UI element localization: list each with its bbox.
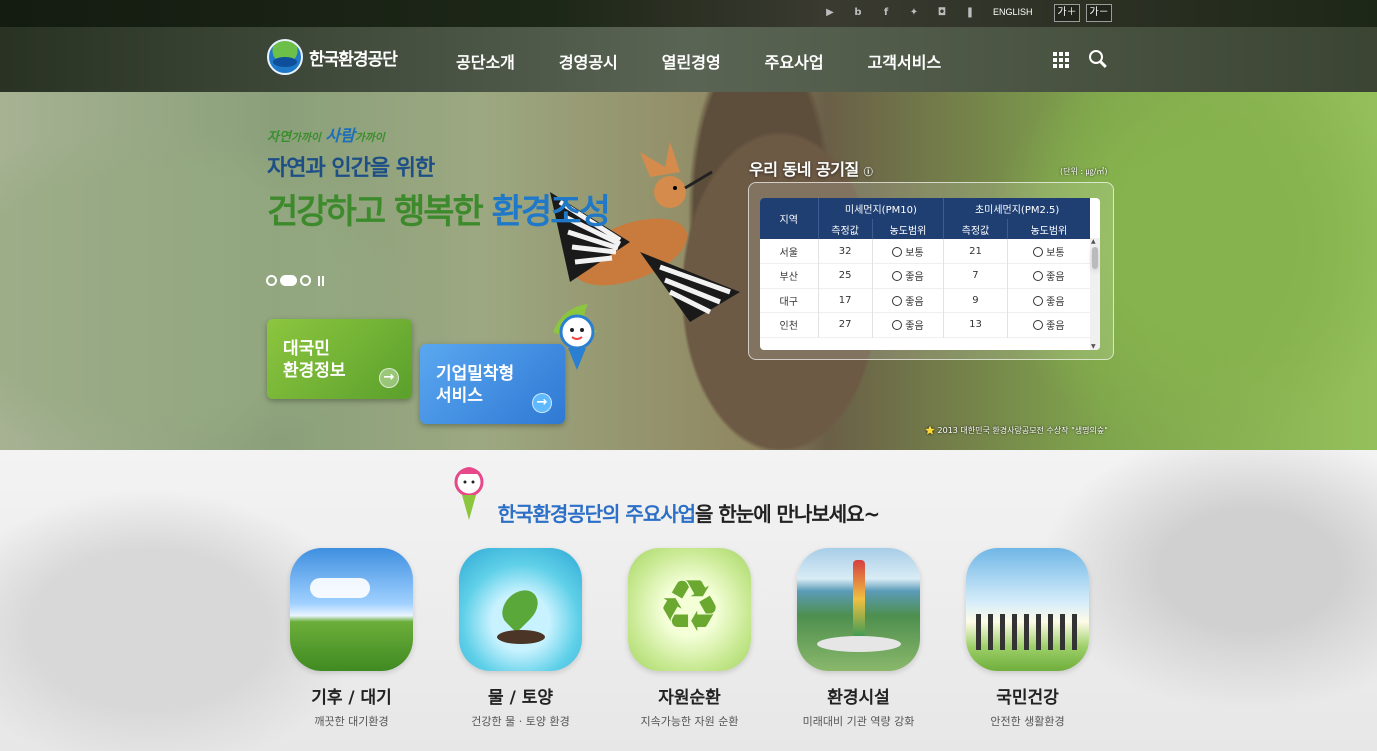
recycle-icon: ♻ (657, 564, 722, 648)
arrow-right-icon: → (379, 368, 399, 388)
pause-icon[interactable] (318, 275, 328, 286)
all-menu-icon[interactable] (1053, 52, 1069, 68)
hero-tagline: 자연가까이 사람가까이 (267, 126, 385, 145)
air-quality-table: 지역 미세먼지(PM10) 초미세먼지(PM2.5) 측정값 농도범위 측정값 … (760, 198, 1100, 350)
business-section-title: 한국환경공단의 주요사업을 한눈에 만나보세요~ (497, 502, 881, 526)
facility-image[interactable] (797, 548, 920, 671)
header: 한국환경공단 공단소개 경영공시 열린경영 주요사업 고객서비스 (0, 27, 1377, 92)
scroll-thumb[interactable] (1092, 247, 1098, 269)
air-quality-unit: (단위 : ㎍/㎥) (1060, 167, 1108, 176)
hero-slogan-line2: 건강하고 행복한 환경조성 (267, 192, 611, 232)
business-card-facility[interactable]: 환경시설 미래대비 기관 역량 강화 (797, 548, 966, 730)
nav-item-disclosure[interactable]: 경영공시 (559, 49, 618, 73)
smile-icon (1033, 295, 1044, 306)
col-region: 지역 (760, 198, 818, 239)
smile-icon (892, 271, 903, 282)
smile-icon (1033, 271, 1044, 282)
kakao-icon[interactable]: ❚ (963, 6, 977, 20)
hero-banner: 자연가까이 사람가까이 자연과 인간을 위한 건강하고 행복한 환경조성 대국민… (0, 92, 1377, 450)
business-card-climate[interactable]: 기후 / 대기 깨끗한 대기환경 (290, 548, 459, 730)
business-service-button[interactable]: 기업밀착형 서비스 → (420, 344, 565, 424)
facebook-icon[interactable]: f (879, 6, 893, 20)
smile-icon (892, 246, 903, 257)
table-row: 부산 25 좋음 7 좋음 (760, 263, 1090, 288)
col-pm25-measured: 측정값 (943, 219, 1008, 239)
health-image[interactable] (966, 548, 1089, 671)
climate-image[interactable] (290, 548, 413, 671)
twitter-icon[interactable]: ✦ (907, 6, 921, 20)
sns-links: ▶ b f ✦ ◘ ❚ (823, 6, 977, 20)
slide-dot-2[interactable] (280, 275, 297, 286)
table-row: 서울 32 보통 21 보통 (760, 239, 1090, 264)
business-card-list: 기후 / 대기 깨끗한 대기환경 물 / 토양 건강한 물 · 토양 환경 ♻ … (290, 548, 1135, 730)
scroll-up-icon[interactable]: ▲ (1091, 238, 1096, 245)
instagram-icon[interactable]: ◘ (935, 6, 949, 20)
business-card-water[interactable]: 물 / 토양 건강한 물 · 토양 환경 (459, 548, 628, 730)
table-row: 대구 17 좋음 9 좋음 (760, 288, 1090, 313)
font-size-down-button[interactable]: 가－ (1086, 4, 1112, 22)
logo-text: 한국환경공단 (309, 49, 398, 70)
water-image[interactable] (459, 548, 582, 671)
col-pm10-range: 농도범위 (871, 219, 944, 239)
youtube-icon[interactable]: ▶ (823, 6, 837, 20)
nav-item-customer-service[interactable]: 고객서비스 (868, 49, 942, 73)
hero-slogan-line1: 자연과 인간을 위한 (267, 156, 435, 181)
smile-icon (892, 320, 903, 331)
smile-icon (892, 295, 903, 306)
slide-dot-3[interactable] (300, 275, 311, 286)
public-env-info-button[interactable]: 대국민 환경정보 → (267, 319, 412, 399)
nav-item-main-business[interactable]: 주요사업 (765, 49, 824, 73)
font-size-up-button[interactable]: 가＋ (1054, 4, 1080, 22)
hoopoe-bird-image (550, 142, 740, 322)
nav-item-open-management[interactable]: 열린경영 (662, 49, 721, 73)
logo-icon (267, 39, 303, 75)
blog-icon[interactable]: b (851, 6, 865, 20)
business-card-health[interactable]: 국민건강 안전한 생활환경 (966, 548, 1135, 730)
utility-bar: ▶ b f ✦ ◘ ❚ ENGLISH 가＋ 가－ (0, 0, 1377, 27)
arrow-right-icon: → (532, 393, 552, 413)
english-link[interactable]: ENGLISH (993, 7, 1033, 17)
air-quality-title: 우리 동네 공기질 ⓘ (749, 160, 873, 179)
mascot-image (553, 304, 598, 370)
col-pm25: 초미세먼지(PM2.5) (943, 198, 1090, 219)
scroll-down-icon[interactable]: ▼ (1091, 343, 1096, 350)
main-nav: 공단소개 경영공시 열린경영 주요사업 고객서비스 (456, 49, 985, 73)
table-row: 인천 27 좋음 13 좋음 (760, 312, 1090, 337)
table-scrollbar[interactable]: ▲ ▼ (1090, 238, 1100, 350)
photo-credit: ⭐ 2013 대한민국 환경사랑공모전 수상작 "생명의숲" (925, 426, 1108, 435)
col-pm10-measured: 측정값 (817, 219, 873, 239)
nav-item-about[interactable]: 공단소개 (456, 49, 515, 73)
slide-pager (266, 275, 328, 286)
col-pm10: 미세먼지(PM10) (817, 198, 944, 219)
smile-icon (1033, 320, 1044, 331)
business-card-recycle[interactable]: ♻ 자원순환 지속가능한 자원 순환 (628, 548, 797, 730)
slide-dot-1[interactable] (266, 275, 277, 286)
main-business-section: 한국환경공단의 주요사업을 한눈에 만나보세요~ 기후 / 대기 깨끗한 대기환… (0, 450, 1377, 751)
recycle-image[interactable]: ♻ (628, 548, 751, 671)
search-icon[interactable] (1089, 50, 1103, 64)
col-pm25-range: 농도범위 (1006, 219, 1090, 239)
smile-icon (1033, 246, 1044, 257)
logo[interactable]: 한국환경공단 (267, 39, 398, 75)
